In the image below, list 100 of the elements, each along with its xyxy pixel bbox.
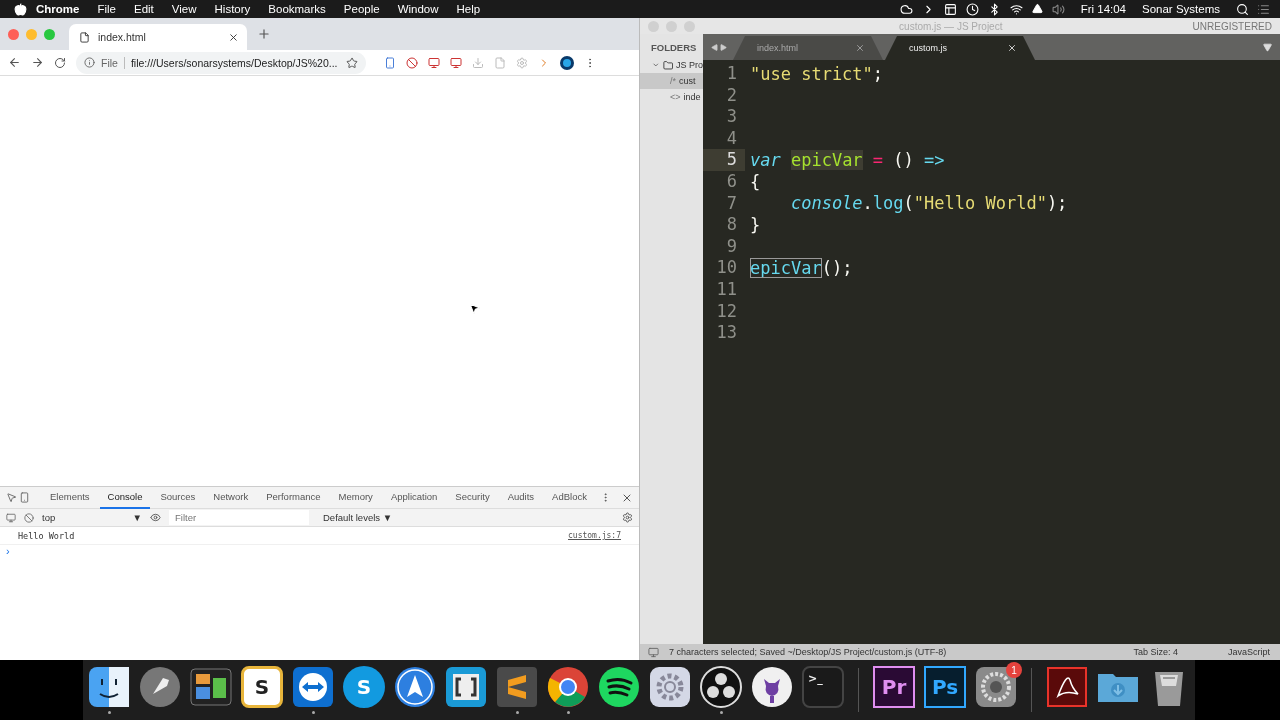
menu-item[interactable]: People [334, 3, 389, 15]
menu-item[interactable]: Chrome [27, 3, 89, 15]
address-bar[interactable]: File file:///Users/sonarsystems/Desktop/JS%20... [76, 51, 366, 74]
line-number: 6 [725, 170, 738, 193]
code-line: "use strict"; [750, 63, 884, 84]
extension-icon[interactable] [428, 56, 440, 69]
line-number: 2 [725, 84, 738, 107]
devtools-tab[interactable]: Application [382, 486, 446, 509]
eject-icon[interactable] [1031, 2, 1043, 14]
source-link[interactable]: custom.js:7 [568, 531, 621, 540]
settings-icon[interactable] [622, 512, 633, 523]
menu-item[interactable]: Edit [125, 3, 163, 15]
three-swirl-icon[interactable] [700, 666, 742, 708]
wifi-icon[interactable] [1009, 2, 1023, 16]
panel-toggle-icon[interactable] [648, 646, 659, 658]
code-line: epicVar(); [750, 258, 853, 279]
user-name[interactable]: Sonar Systems [1134, 3, 1228, 15]
reload-icon[interactable] [54, 56, 66, 69]
editor-tab[interactable]: custom.js [885, 36, 1035, 60]
devtools-tab[interactable]: Performance [258, 486, 329, 509]
new-tab-icon[interactable] [257, 27, 271, 41]
menu-item[interactable]: View [162, 3, 206, 15]
close-icon[interactable] [228, 31, 239, 43]
layout-icon[interactable] [943, 2, 957, 16]
device-icon[interactable] [19, 492, 30, 503]
devtools-tab[interactable]: Network [205, 486, 257, 509]
avatar-icon[interactable] [560, 55, 574, 70]
close-icon[interactable] [1007, 43, 1017, 53]
app-icon[interactable]: >_ [802, 666, 844, 708]
paper-plane-icon[interactable] [394, 666, 436, 708]
line-number: 4 [725, 127, 738, 150]
info-icon [84, 57, 95, 68]
file-name: JS Pro [676, 60, 703, 70]
app-icon[interactable]: S [241, 666, 283, 708]
file-type-glyph: /* [670, 76, 676, 86]
folder-tree-item[interactable]: JS Pro [640, 57, 703, 73]
back-icon[interactable] [8, 56, 21, 69]
gear-icon[interactable] [975, 666, 1017, 708]
apple-icon[interactable] [14, 2, 27, 16]
line-number: 10 [715, 257, 738, 279]
folder-tree-item[interactable]: <> inde [640, 89, 703, 105]
volume-icon[interactable] [1051, 2, 1065, 16]
tab-size-label[interactable]: Tab Size: 4 [1133, 647, 1178, 657]
eye-icon[interactable] [150, 512, 161, 523]
devtools-tab[interactable]: Security [447, 486, 498, 509]
dropdown-icon[interactable] [1263, 42, 1272, 52]
devtools-tab[interactable]: Sources [152, 486, 204, 509]
filter-field[interactable]: Filter [169, 510, 309, 525]
chrome-icon[interactable] [547, 666, 589, 708]
gear-icon[interactable] [649, 666, 691, 708]
page-icon [79, 31, 90, 43]
file-type-glyph: <> [670, 92, 681, 102]
clock-text: Fri 14:04 [1079, 3, 1127, 15]
line-number: 11 [715, 278, 738, 301]
app-icon[interactable]: Ps [924, 666, 966, 708]
cat-icon[interactable] [751, 666, 793, 708]
extension-icon[interactable] [384, 56, 396, 69]
menu-item[interactable]: Window [388, 3, 448, 15]
devtools-tab[interactable]: AdBlock [544, 486, 595, 509]
menu-item[interactable]: Bookmarks [259, 3, 335, 15]
next-icon[interactable] [720, 43, 727, 51]
context-select[interactable]: top ▼ [42, 512, 142, 523]
console-prompt[interactable]: › [0, 545, 16, 557]
list-icon[interactable] [1257, 2, 1270, 16]
scheme-label: File [101, 56, 125, 69]
license-label: UNREGISTERED [1192, 20, 1272, 32]
app-icon[interactable]: Pr [873, 666, 915, 708]
code-line: console.log("Hello World"); [789, 193, 1068, 214]
line-number: 8 [725, 214, 738, 236]
browser-tab[interactable]: index.html [69, 24, 247, 50]
brackets-icon[interactable] [445, 666, 487, 708]
line-number: 9 [725, 235, 738, 258]
previous-icon[interactable] [711, 43, 718, 51]
file-name: inde [683, 92, 701, 102]
clock-icon[interactable] [965, 2, 979, 16]
menu-item[interactable]: History [205, 3, 260, 15]
levels-dropdown[interactable]: Default levels ▼ [323, 512, 393, 523]
syntax-label[interactable]: JavaScript [1227, 647, 1270, 657]
folder-tree-item[interactable]: /* cust [640, 73, 703, 89]
smiling-face-icon[interactable] [88, 666, 130, 708]
star-icon[interactable] [346, 56, 358, 69]
devtools-tab[interactable]: Audits [499, 486, 543, 509]
editor-tab[interactable]: index.html [733, 36, 883, 60]
windows-icon[interactable] [190, 666, 232, 708]
code-line: { [750, 171, 761, 192]
search-icon[interactable] [1236, 2, 1249, 16]
s-shape-icon[interactable] [496, 666, 538, 708]
devtools-tab[interactable]: Memory [330, 486, 381, 509]
forward-icon[interactable] [31, 56, 44, 69]
sidebar-toggle-icon[interactable] [6, 512, 16, 523]
extension-icon[interactable] [406, 56, 418, 69]
clear-console-icon[interactable] [24, 512, 34, 523]
extension-icon[interactable] [450, 56, 462, 69]
cloud-icon[interactable] [899, 2, 913, 16]
devtools-tab[interactable]: Elements [42, 486, 98, 509]
menu-item[interactable]: File [88, 3, 125, 15]
inspect-icon[interactable] [6, 492, 17, 503]
menu-item[interactable]: Help [447, 3, 490, 15]
sound-waves-icon[interactable] [598, 666, 640, 708]
folder-icon [662, 59, 673, 71]
